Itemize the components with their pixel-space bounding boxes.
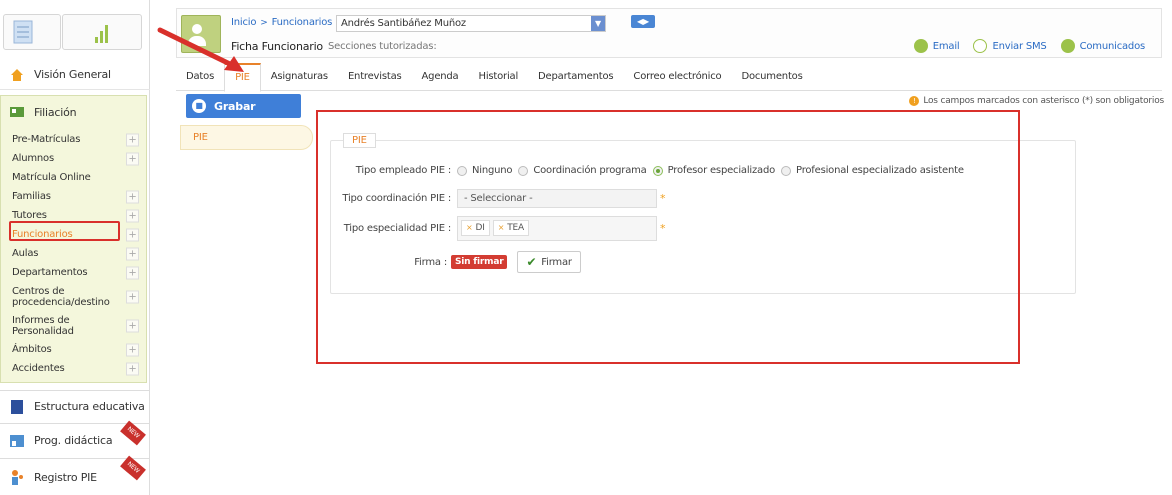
sidebar-item-estructura-educativa[interactable]: Estructura educativa bbox=[0, 390, 150, 422]
send-sms-button[interactable]: Enviar SMS bbox=[973, 39, 1047, 53]
sidebar-item-matricula-online[interactable]: Matrícula Online bbox=[0, 168, 147, 187]
funcionarios-highlight-box bbox=[9, 221, 120, 241]
sidebar-item-familias[interactable]: Familias + bbox=[0, 187, 147, 206]
sidebar-item-label: Tutores bbox=[12, 210, 47, 221]
people-icon bbox=[12, 470, 23, 485]
sidebar-item-label: Familias bbox=[12, 191, 51, 202]
tab-agenda[interactable]: Agenda bbox=[412, 63, 469, 91]
sidebar-item-pre-matriculas[interactable]: Pre-Matrículas + bbox=[0, 130, 147, 149]
sidebar-item-label: Registro PIE bbox=[34, 470, 97, 484]
save-button[interactable]: ■ Grabar bbox=[186, 94, 301, 118]
bar-chart-icon bbox=[95, 25, 108, 43]
annotation-arrow-icon bbox=[157, 27, 244, 72]
sidebar-item-label: Departamentos bbox=[12, 267, 88, 278]
tab-entrevistas[interactable]: Entrevistas bbox=[338, 63, 412, 91]
sidebar-item-label: Pre-Matrículas bbox=[12, 134, 81, 145]
comunicados-label: Comunicados bbox=[1079, 40, 1146, 52]
tab-departamentos[interactable]: Departamentos bbox=[528, 63, 623, 91]
sidebar-item-centros[interactable]: Centros de procedencia/destino + bbox=[0, 282, 147, 311]
sidebar-item-aulas[interactable]: Aulas + bbox=[0, 244, 147, 263]
expand-button[interactable]: + bbox=[126, 247, 139, 260]
email-button[interactable]: Email bbox=[913, 39, 960, 53]
book-icon bbox=[11, 399, 23, 414]
email-label: Email bbox=[932, 40, 960, 52]
megaphone-icon bbox=[1060, 39, 1075, 53]
sidebar-item-label: Accidentes bbox=[12, 363, 65, 374]
id-card-icon bbox=[10, 107, 24, 117]
new-badge: NEW bbox=[120, 420, 146, 446]
sidebar-item-label: Filiación bbox=[34, 105, 77, 119]
sidebar-item-accidentes[interactable]: Accidentes + bbox=[0, 359, 147, 378]
breadcrumb-separator: > bbox=[260, 17, 268, 28]
side-section-tab-pie[interactable]: PIE bbox=[180, 125, 313, 150]
sidebar-item-label: Estructura educativa bbox=[34, 400, 145, 413]
chevron-down-icon[interactable]: ▼ bbox=[591, 16, 605, 31]
expand-button[interactable]: + bbox=[126, 133, 139, 146]
filiacion-submenu: Pre-Matrículas + Alumnos + Matrícula Onlin… bbox=[0, 130, 147, 378]
header-actions: Email Enviar SMS Comunicados bbox=[913, 39, 1146, 53]
comunicados-button[interactable]: Comunicados bbox=[1060, 39, 1146, 53]
sidebar-item-alumnos[interactable]: Alumnos + bbox=[0, 149, 147, 168]
phone-icon bbox=[973, 39, 988, 53]
sidebar: Visión General Filiación Pre-Matrículas +… bbox=[0, 0, 150, 495]
expand-button[interactable]: + bbox=[126, 209, 139, 222]
record-header: Inicio > Funcionarios > Andrés Santibáñe… bbox=[176, 8, 1162, 58]
sidebar-item-vision-general[interactable]: Visión General bbox=[0, 60, 150, 90]
sidebar-item-label: Visión General bbox=[34, 68, 111, 81]
expand-button[interactable]: + bbox=[126, 362, 139, 375]
save-button-label: Grabar bbox=[214, 99, 256, 113]
page-subtitle: Secciones tutorizadas: bbox=[328, 41, 437, 52]
sidebar-item-informes[interactable]: Informes de Personalidad + bbox=[0, 311, 147, 340]
sidebar-item-label: Ámbitos bbox=[12, 344, 52, 355]
person-selector[interactable]: Andrés Santibáñez Muñoz ▼ bbox=[336, 15, 606, 32]
email-icon bbox=[913, 39, 928, 53]
info-icon: ! bbox=[909, 96, 920, 106]
sidebar-item-label: Prog. didáctica bbox=[34, 434, 113, 447]
new-badge: NEW bbox=[120, 455, 146, 481]
tab-documentos[interactable]: Documentos bbox=[731, 63, 812, 91]
sidebar-item-filiacion[interactable]: Filiación bbox=[0, 97, 150, 127]
expand-button[interactable]: + bbox=[126, 343, 139, 356]
sidebar-item-label: Matrícula Online bbox=[12, 172, 91, 183]
expand-button[interactable]: + bbox=[126, 266, 139, 279]
sidebar-item-prog-didactica[interactable]: Prog. didáctica NEW bbox=[0, 420, 150, 457]
tab-asignaturas[interactable]: Asignaturas bbox=[261, 63, 338, 91]
annotation-highlight-box bbox=[316, 110, 1020, 364]
tab-historial[interactable]: Historial bbox=[469, 63, 529, 91]
send-sms-label: Enviar SMS bbox=[992, 40, 1047, 52]
sidebar-item-label: Informes de Personalidad bbox=[12, 314, 74, 337]
record-tabs: Datos PIE Asignaturas Entrevistas Agenda… bbox=[176, 63, 1162, 92]
prev-next-arrows-icon[interactable]: ◀▶ bbox=[631, 15, 655, 28]
sidebar-item-label: Aulas bbox=[12, 248, 39, 259]
save-icon: ■ bbox=[192, 99, 206, 113]
required-fields-notice: ! Los campos marcados con asterisco (*) … bbox=[909, 96, 1164, 106]
sidebar-item-label: Alumnos bbox=[12, 153, 54, 164]
tab-correo-electronico[interactable]: Correo electrónico bbox=[623, 63, 731, 91]
stats-view-button[interactable] bbox=[62, 14, 142, 50]
sidebar-item-departamentos[interactable]: Departamentos + bbox=[0, 263, 147, 282]
menu-view-button[interactable] bbox=[3, 14, 61, 50]
expand-button[interactable]: + bbox=[126, 228, 139, 241]
notice-text: Los campos marcados con asterisco (*) so… bbox=[923, 96, 1164, 106]
person-selector-value: Andrés Santibáñez Muñoz bbox=[341, 18, 466, 29]
expand-button[interactable]: + bbox=[126, 190, 139, 203]
home-icon bbox=[11, 68, 23, 81]
breadcrumb-funcionarios-link[interactable]: Funcionarios bbox=[272, 17, 333, 28]
sidebar-item-ambitos[interactable]: Ámbitos + bbox=[0, 340, 147, 359]
expand-button[interactable]: + bbox=[126, 319, 139, 332]
sidebar-top-buttons bbox=[0, 0, 150, 56]
list-view-icon bbox=[13, 20, 33, 44]
classroom-icon bbox=[10, 434, 24, 447]
sidebar-item-registro-pie[interactable]: Registro PIE NEW bbox=[0, 455, 150, 495]
expand-button[interactable]: + bbox=[126, 152, 139, 165]
sidebar-item-label: Centros de procedencia/destino bbox=[12, 285, 110, 308]
expand-button[interactable]: + bbox=[126, 290, 139, 303]
